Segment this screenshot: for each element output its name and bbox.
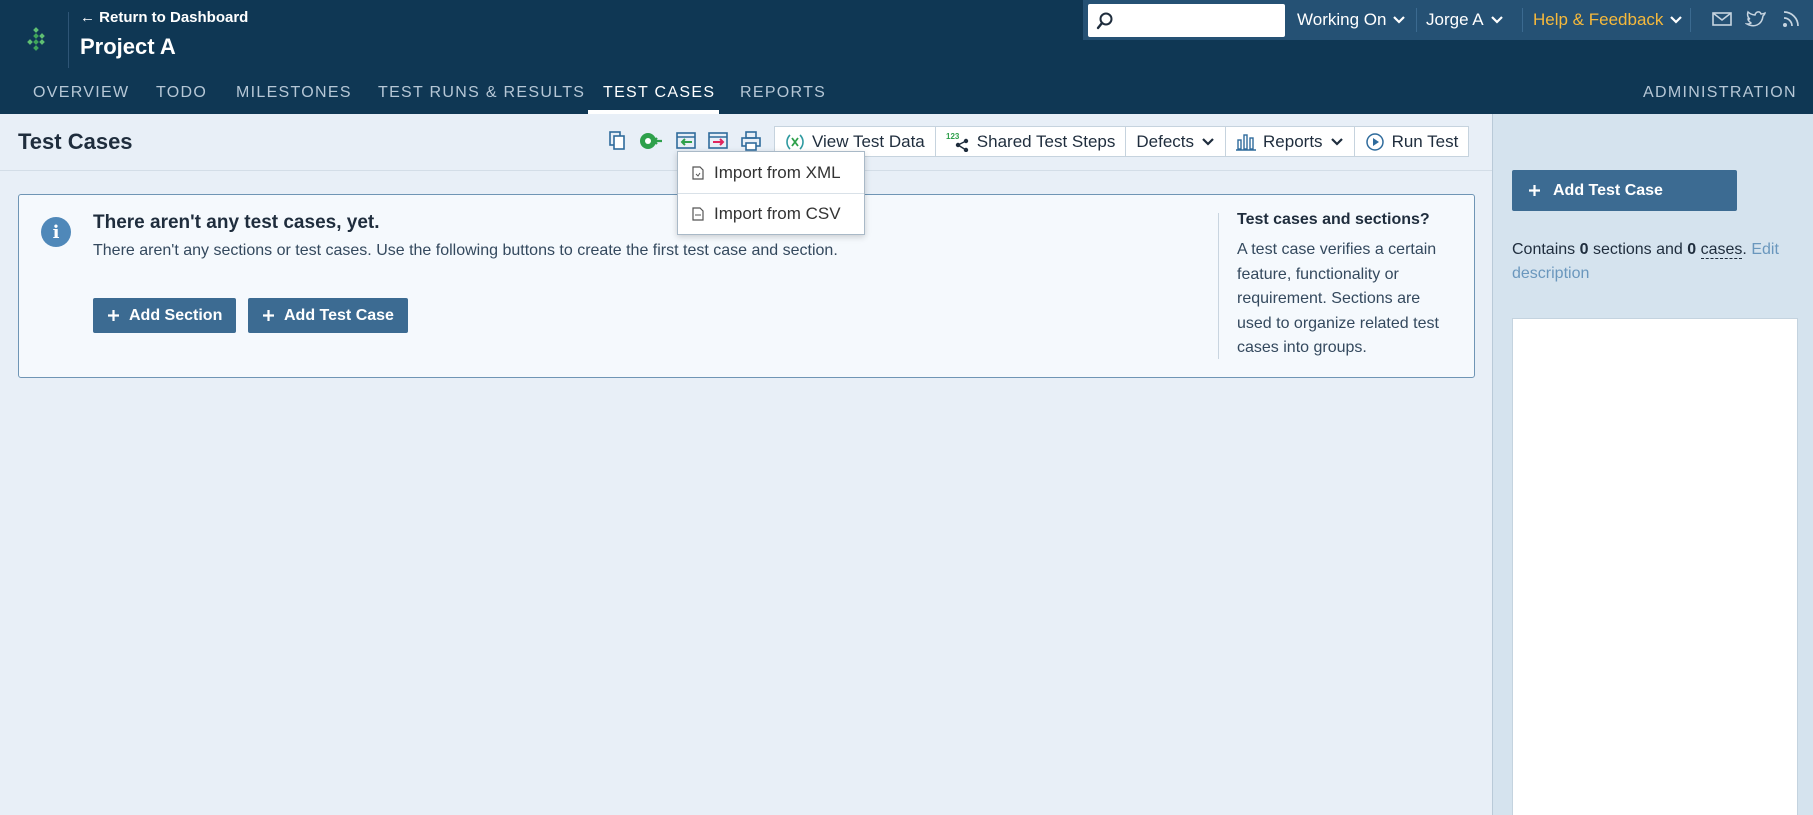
variable-x-icon bbox=[786, 133, 804, 150]
info-icon: i bbox=[41, 217, 71, 247]
add-test-case-button[interactable]: Add Test Case bbox=[248, 298, 408, 333]
tab-todo[interactable]: TODO bbox=[156, 84, 207, 102]
sync-button[interactable] bbox=[638, 128, 664, 154]
cases-count: 0 bbox=[1687, 241, 1697, 258]
active-tab-indicator bbox=[588, 110, 719, 114]
import-from-csv-label: Import from CSV bbox=[714, 204, 841, 223]
shared-steps-badge: 123 bbox=[946, 132, 960, 141]
copy-move-button[interactable] bbox=[604, 128, 630, 154]
contains-label: Contains bbox=[1512, 241, 1576, 258]
view-test-data-label: View Test Data bbox=[812, 131, 925, 151]
sidebar-add-test-case-label: Add Test Case bbox=[1553, 181, 1663, 199]
search-icon bbox=[1096, 12, 1113, 30]
add-section-label: Add Section bbox=[129, 306, 223, 324]
section-tree-panel bbox=[1512, 318, 1798, 815]
cases-label: cases bbox=[1700, 241, 1743, 259]
reports-label: Reports bbox=[1263, 131, 1323, 151]
tab-reports[interactable]: REPORTS bbox=[740, 84, 826, 102]
empty-state-heading: There aren't any test cases, yet. bbox=[93, 212, 380, 233]
shared-test-steps-label: Shared Test Steps bbox=[976, 131, 1116, 151]
working-on-label: Working On bbox=[1297, 10, 1387, 29]
page-title: Test Cases bbox=[18, 129, 133, 154]
chevron-down-icon bbox=[1393, 16, 1406, 24]
chevron-down-icon bbox=[1490, 16, 1503, 24]
help-text: A test case verifies a certain feature, … bbox=[1237, 241, 1439, 356]
mail-icon[interactable] bbox=[1711, 9, 1733, 29]
user-menu[interactable]: Jorge A bbox=[1426, 10, 1504, 30]
add-test-case-label: Add Test Case bbox=[284, 306, 394, 324]
panel-divider bbox=[1218, 213, 1219, 359]
print-icon bbox=[741, 131, 761, 151]
sections-label: sections and bbox=[1592, 241, 1683, 258]
menu-separator bbox=[678, 193, 864, 194]
right-sidebar: Add Test Case Contains 0 sections and 0 … bbox=[1492, 114, 1813, 815]
empty-state-text: There aren't any sections or test cases.… bbox=[93, 242, 838, 259]
help-feedback-menu[interactable]: Help & Feedback bbox=[1533, 10, 1683, 30]
testrail-logo-icon[interactable] bbox=[26, 26, 50, 56]
run-test-button[interactable]: Run Test bbox=[1355, 127, 1469, 156]
search-input[interactable] bbox=[1088, 4, 1285, 37]
play-icon bbox=[1365, 132, 1384, 151]
suite-summary: Contains 0 sections and 0 cases. Edit de… bbox=[1512, 238, 1802, 286]
import-from-csv-item[interactable]: Import from CSV bbox=[692, 204, 841, 224]
file-icon bbox=[692, 166, 704, 180]
sections-count: 0 bbox=[1579, 241, 1589, 258]
tab-administration[interactable]: ADMINISTRATION bbox=[1643, 84, 1797, 102]
chevron-down-icon bbox=[1202, 137, 1214, 146]
help-feedback-label: Help & Feedback bbox=[1533, 10, 1664, 29]
sidebar-add-test-case-button[interactable]: Add Test Case bbox=[1512, 170, 1737, 211]
header-divider bbox=[68, 12, 69, 68]
chevron-down-icon bbox=[1330, 137, 1343, 146]
topbar-separator bbox=[1416, 8, 1417, 32]
main-navigation: OVERVIEW TODO MILESTONES TEST RUNS & RES… bbox=[0, 78, 1813, 114]
shared-steps-icon: 123 bbox=[946, 132, 968, 152]
copy-icon bbox=[609, 131, 625, 150]
topbar-separator bbox=[1522, 8, 1523, 32]
chevron-down-icon bbox=[1670, 16, 1683, 24]
tab-overview[interactable]: OVERVIEW bbox=[33, 84, 129, 102]
app-header: ← Return to Dashboard Project A Working … bbox=[0, 0, 1813, 114]
sync-gear-icon bbox=[640, 133, 662, 149]
twitter-icon[interactable] bbox=[1745, 9, 1767, 29]
working-on-menu[interactable]: Working On bbox=[1297, 10, 1406, 30]
file-icon bbox=[692, 207, 704, 221]
reports-dropdown[interactable]: Reports bbox=[1226, 127, 1355, 156]
export-icon bbox=[708, 132, 728, 149]
tab-test-cases[interactable]: TEST CASES bbox=[603, 84, 715, 102]
toolbar-button-group: View Test Data 123 Shared Test Steps Def… bbox=[774, 126, 1470, 157]
add-section-button[interactable]: Add Section bbox=[93, 298, 237, 333]
return-to-dashboard-link[interactable]: ← Return to Dashboard bbox=[80, 9, 248, 26]
user-name: Jorge A bbox=[1426, 10, 1484, 29]
tab-milestones[interactable]: MILESTONES bbox=[236, 84, 352, 102]
summary-period: . bbox=[1742, 241, 1747, 258]
tab-test-runs-results[interactable]: TEST RUNS & RESULTS bbox=[378, 84, 585, 102]
defects-label: Defects bbox=[1136, 131, 1195, 151]
run-test-label: Run Test bbox=[1391, 131, 1459, 151]
topbar-separator bbox=[1690, 8, 1691, 32]
defects-dropdown[interactable]: Defects bbox=[1126, 127, 1227, 156]
rss-icon[interactable] bbox=[1781, 9, 1801, 29]
plus-icon bbox=[1529, 185, 1540, 196]
plus-icon bbox=[108, 310, 119, 321]
help-heading: Test cases and sections? bbox=[1237, 211, 1430, 228]
shared-test-steps-button[interactable]: 123 Shared Test Steps bbox=[936, 127, 1127, 156]
import-from-xml-label: Import from XML bbox=[714, 163, 841, 182]
project-title: Project A bbox=[80, 34, 176, 59]
plus-icon bbox=[263, 310, 274, 321]
import-icon bbox=[676, 132, 696, 149]
import-from-xml-item[interactable]: Import from XML bbox=[692, 163, 841, 183]
bar-chart-icon bbox=[1236, 133, 1257, 151]
import-dropdown-menu: Import from XML Import from CSV bbox=[677, 151, 865, 235]
